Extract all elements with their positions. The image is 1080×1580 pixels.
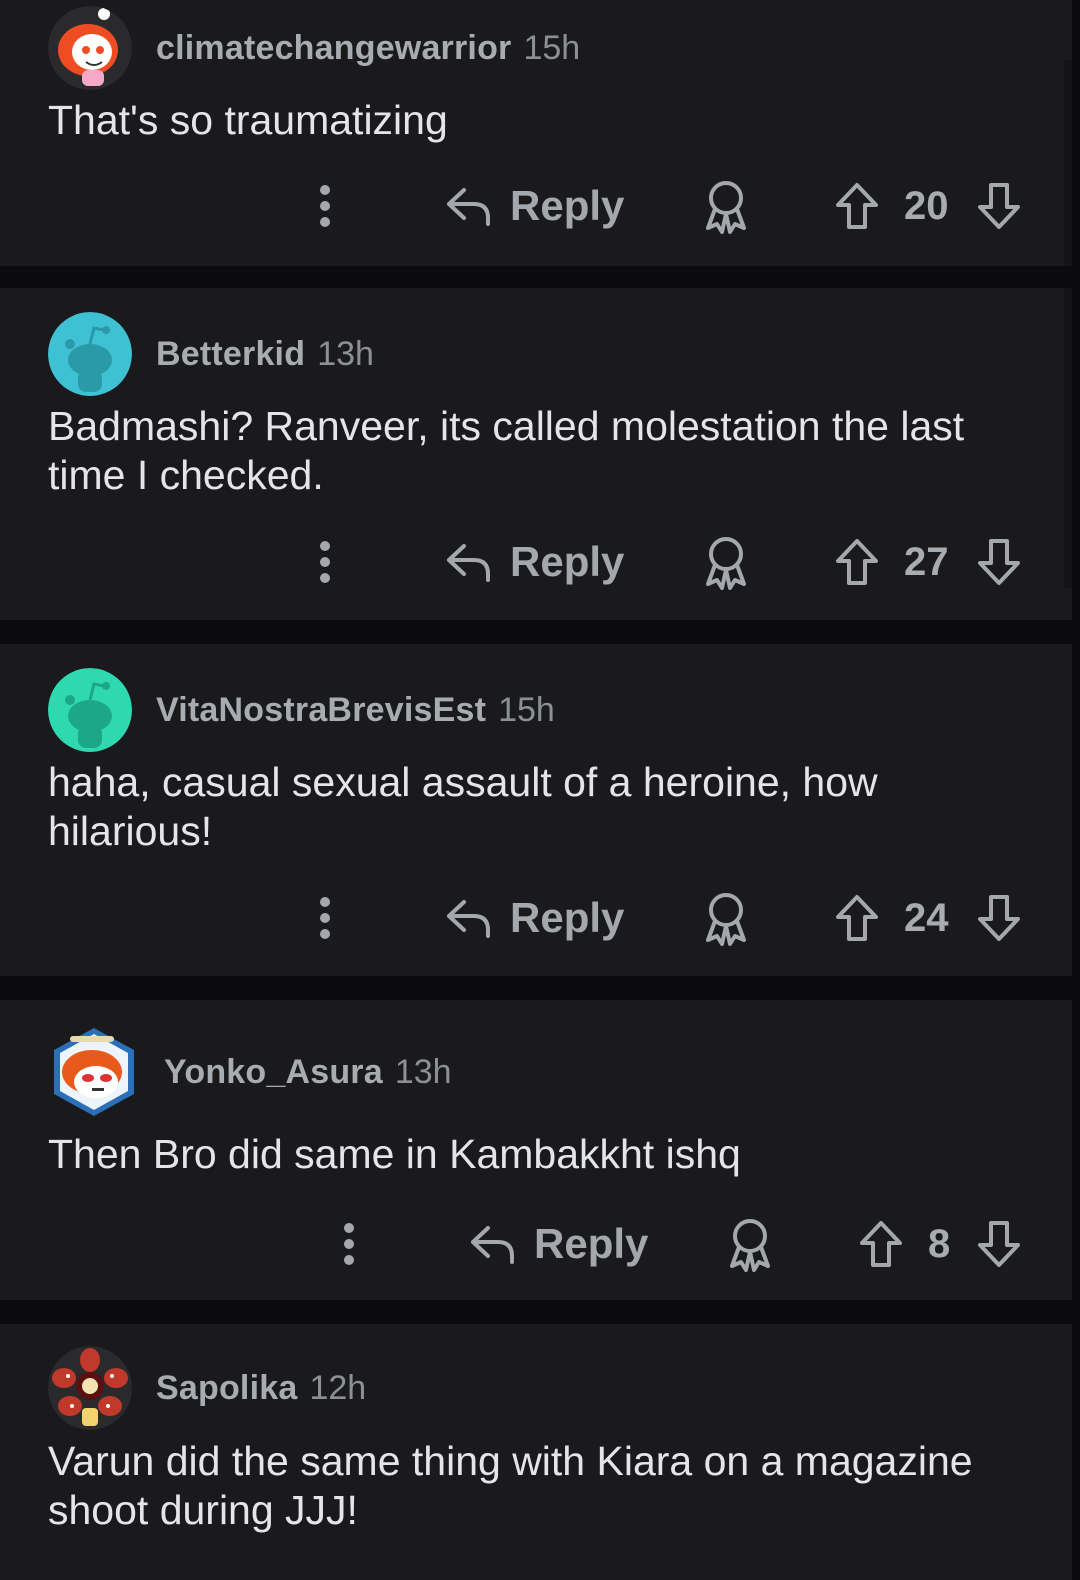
comment-header: Sapolika 12h [48,1346,366,1430]
vote-count: 20 [904,176,949,236]
comment-time: 13h [317,334,374,373]
comment-text: Varun did the same thing with Kiara on a… [48,1438,973,1533]
scroll-edge [1064,288,1072,588]
reply-button[interactable]: Reply [444,176,624,236]
upvote-arrow-icon [836,895,878,941]
award-icon [706,893,746,946]
upvote-button[interactable] [834,888,880,948]
comment-header: VitaNostraBrevisEst 15h [48,668,555,752]
vote-count-label: 27 [904,539,949,584]
snoo-redhead-avatar-icon [48,6,132,90]
comment-time: 12h [309,1368,367,1407]
vote-count-label: 8 [928,1221,951,1266]
award-button[interactable] [700,888,752,948]
reply-label: Reply [510,538,625,585]
comment-text: That's so traumatizing [48,97,448,143]
comment-time: 13h [394,1052,452,1091]
user-avatar[interactable] [48,1346,132,1430]
snoo-hexagon-nft-avatar-icon [54,1028,134,1116]
upvote-arrow-icon [836,183,878,229]
comment-card: Sapolika 12h Varun did the same thing wi… [0,1324,1072,1580]
user-avatar[interactable] [48,668,132,752]
comment-time: 15h [523,28,581,67]
comment-header: Yonko_Asura 13h [48,1028,452,1116]
comment-card: climatechangewarrior 15h That's so traum… [0,0,1072,266]
more-vertical-icon [320,897,330,939]
more-vertical-icon [320,541,330,583]
downvote-arrow-icon [978,539,1020,585]
user-avatar[interactable] [48,312,132,396]
award-icon [706,181,746,234]
more-options-button[interactable] [332,1214,366,1274]
downvote-button[interactable] [976,1214,1022,1274]
comment-card: Betterkid 13h Badmashi? Ranveer, its cal… [0,288,1072,620]
award-button[interactable] [724,1214,776,1274]
downvote-button[interactable] [976,888,1022,948]
vote-count: 8 [928,1214,950,1274]
reply-arrow-icon [447,544,490,582]
username[interactable]: climatechangewarrior [156,29,511,68]
comment-card: VitaNostraBrevisEst 15h haha, casual sex… [0,644,1072,976]
comment-header: climatechangewarrior 15h [48,6,580,90]
award-button[interactable] [700,176,752,236]
username[interactable]: Sapolika [156,1369,297,1408]
downvote-button[interactable] [976,532,1022,592]
more-options-button[interactable] [308,532,342,592]
downvote-arrow-icon [978,895,1020,941]
reply-label: Reply [510,182,625,229]
upvote-button[interactable] [834,176,880,236]
more-vertical-icon [320,185,330,227]
comment-text: Badmashi? Ranveer, its called molestatio… [48,403,965,498]
vote-count: 24 [904,888,949,948]
snoo-demogorgon-avatar-icon [48,1346,132,1430]
more-options-button[interactable] [308,888,342,948]
reply-arrow-icon [447,188,490,226]
username[interactable]: VitaNostraBrevisEst [156,691,486,730]
upvote-button[interactable] [834,532,880,592]
reply-button[interactable]: Reply [444,532,624,592]
reply-button[interactable]: Reply [468,1214,648,1274]
downvote-button[interactable] [976,176,1022,236]
snoo-default-avatar-icon [48,312,132,396]
reply-arrow-icon [447,900,490,938]
vote-count-label: 20 [904,183,949,228]
username[interactable]: Betterkid [156,335,305,374]
reply-label: Reply [510,894,625,941]
reply-label: Reply [534,1220,649,1267]
upvote-button[interactable] [858,1214,904,1274]
downvote-arrow-icon [978,183,1020,229]
user-avatar[interactable] [48,1026,140,1118]
scroll-edge [1064,60,1072,266]
award-icon [706,537,746,590]
award-button[interactable] [700,532,752,592]
comment-text: Then Bro did same in Kambakkht ishq [48,1131,741,1177]
reply-arrow-icon [471,1226,514,1264]
downvote-arrow-icon [978,1221,1020,1267]
snoo-default-avatar-icon [48,668,132,752]
comment-text: haha, casual sexual assault of a heroine… [48,759,878,854]
upvote-arrow-icon [860,1221,902,1267]
comment-time: 15h [498,690,555,729]
user-avatar[interactable] [48,6,132,90]
upvote-arrow-icon [836,539,878,585]
more-vertical-icon [344,1223,354,1265]
comment-header: Betterkid 13h [48,312,374,396]
reply-button[interactable]: Reply [444,888,624,948]
more-options-button[interactable] [308,176,342,236]
vote-count-label: 24 [904,895,949,940]
username[interactable]: Yonko_Asura [164,1053,383,1092]
vote-count: 27 [904,532,949,592]
award-icon [730,1219,770,1272]
comment-card: Yonko_Asura 13h Then Bro did same in Kam… [0,1000,1072,1300]
